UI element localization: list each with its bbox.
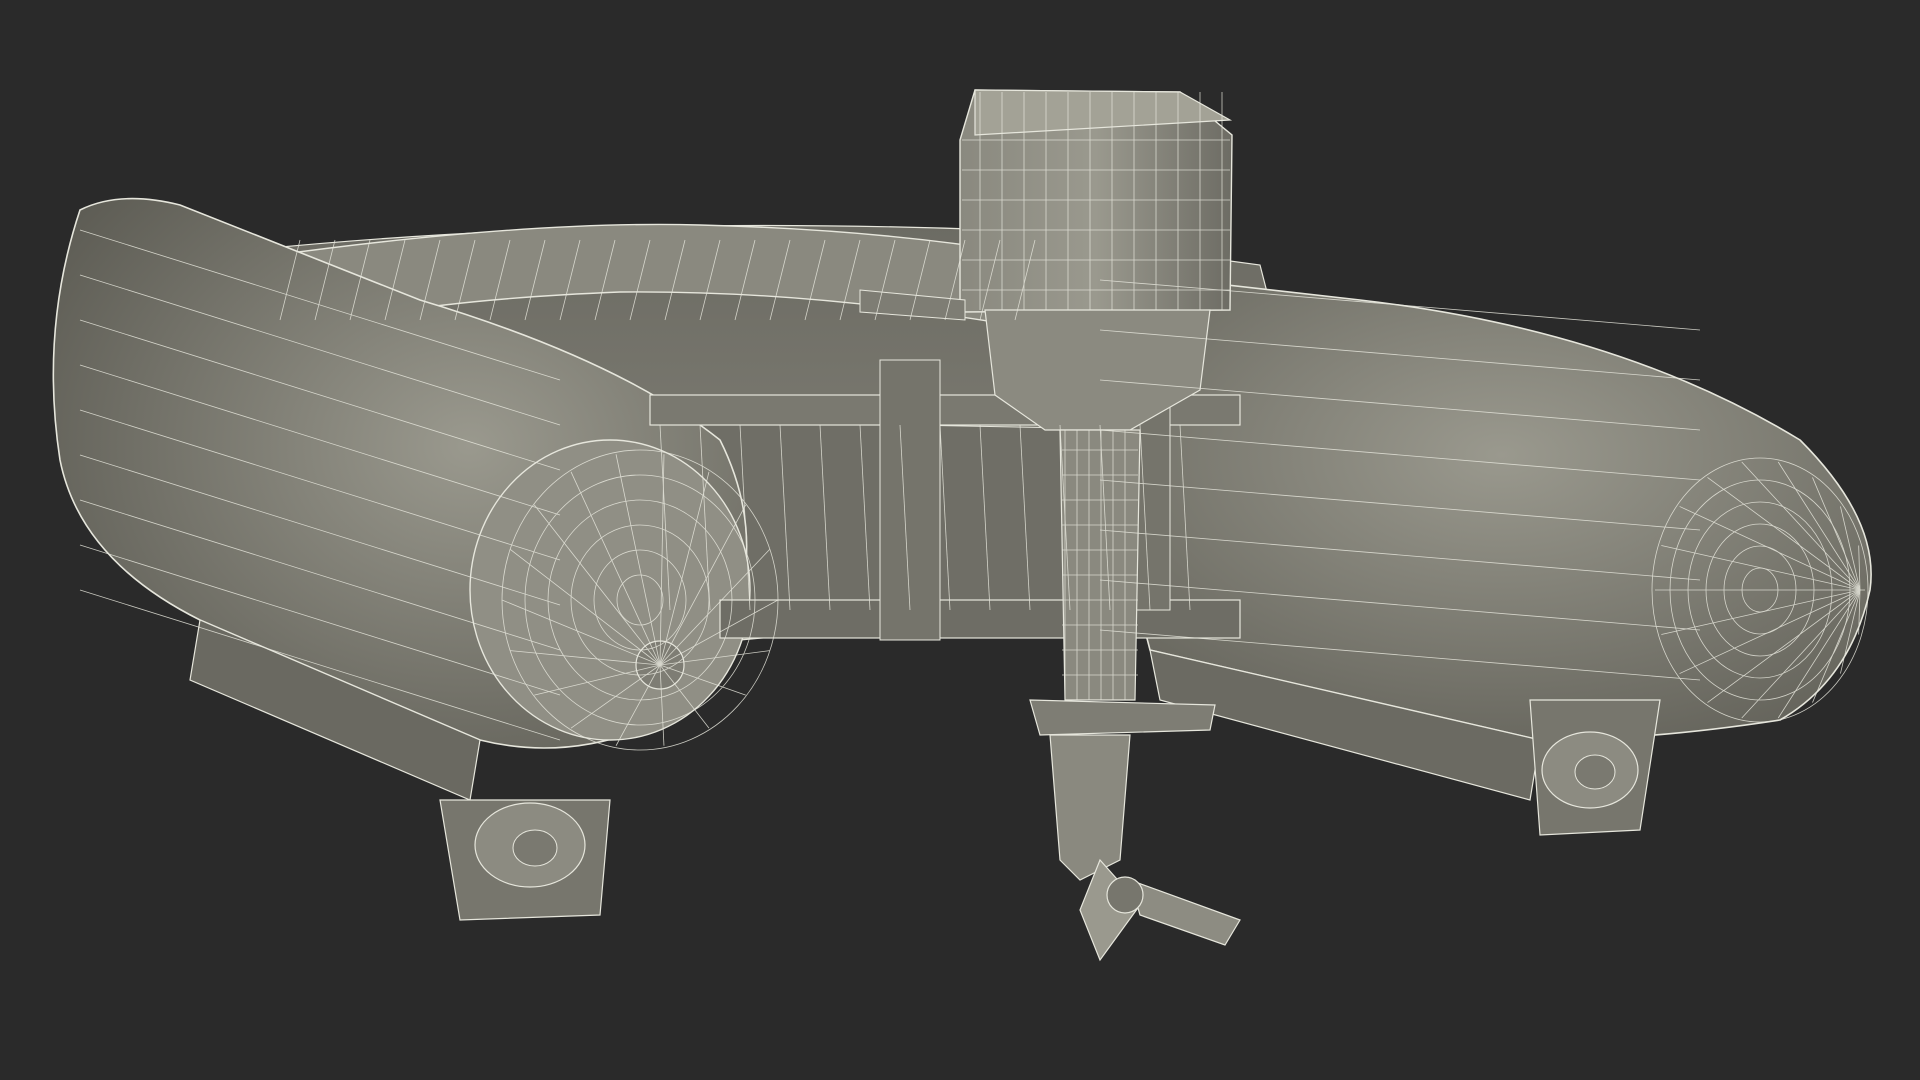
- 3d-viewport[interactable]: [0, 0, 1920, 1080]
- wireframe-render: [52, 89, 1872, 962]
